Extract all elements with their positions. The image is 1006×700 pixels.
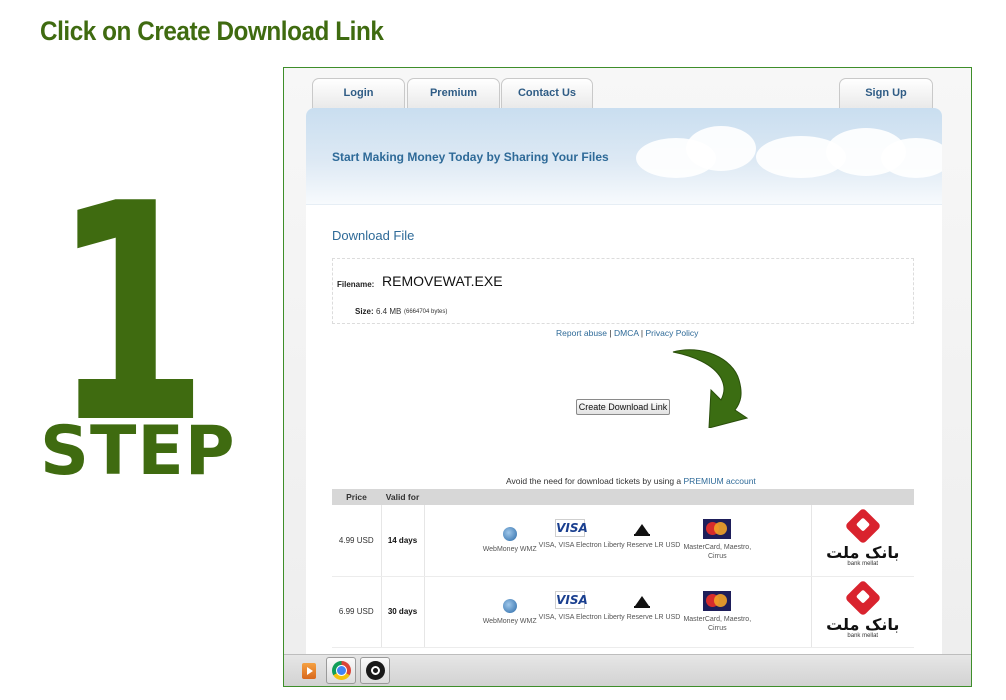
payment-webmoney[interactable]: WebMoney WMZ xyxy=(483,591,537,626)
payment-webmoney[interactable]: WebMoney WMZ xyxy=(483,519,537,554)
price-cell: 4.99 USD xyxy=(332,505,382,577)
table-header-row: Price Valid for xyxy=(332,489,914,505)
visa-icon: VISA xyxy=(555,519,588,538)
premium-notice: Avoid the need for download tickets by u… xyxy=(506,476,756,486)
pointer-arrow-icon xyxy=(672,349,749,428)
create-download-link-button[interactable]: Create Download Link xyxy=(576,399,670,415)
taskbar-obs[interactable] xyxy=(360,657,390,684)
payment-label: WebMoney WMZ xyxy=(482,617,537,625)
size-value: 6.4 MB xyxy=(376,307,402,316)
bank-mellat-logo: بانک ملت bank mellat xyxy=(826,507,900,568)
size-label: Size: xyxy=(355,307,374,316)
tab-contact-us[interactable]: Contact Us xyxy=(501,78,593,110)
instruction-heading: Click on Create Download Link xyxy=(40,16,384,46)
payment-label: MasterCard, Maestro, Cirrus xyxy=(683,615,752,632)
taskbar xyxy=(284,654,971,686)
payment-liberty-reserve[interactable]: Liberty Reserve LR USD xyxy=(603,591,681,622)
obs-icon xyxy=(366,661,385,680)
payment-visa[interactable]: VISA VISA, VISA Electron xyxy=(538,590,602,622)
privacy-policy-link[interactable]: Privacy Policy xyxy=(645,328,698,338)
cloud-decoration xyxy=(881,138,942,178)
payment-label: WebMoney WMZ xyxy=(482,546,537,554)
taskbar-media-player[interactable] xyxy=(294,657,324,684)
bank-cell[interactable]: بانک ملت bank mellat xyxy=(811,576,914,648)
bank-emblem-icon xyxy=(844,507,882,545)
payment-label: MasterCard, Maestro, Cirrus xyxy=(683,544,752,561)
bank-name-en: bank mellat xyxy=(847,632,879,639)
web-page: Login Premium Contact Us Sign Up Start M… xyxy=(284,68,971,668)
table-row: 6.99 USD 30 days WebMoney WMZ VISA VISA, … xyxy=(332,576,914,648)
webmoney-icon xyxy=(502,527,517,542)
mastercard-icon xyxy=(703,519,732,540)
payment-label: Liberty Reserve LR USD xyxy=(603,542,681,550)
download-file-title: Download File xyxy=(332,228,415,243)
premium-notice-text: Avoid the need for download tickets by u… xyxy=(506,476,684,486)
methods-header xyxy=(424,489,811,505)
link-separator: | xyxy=(607,328,614,338)
tab-login[interactable]: Login xyxy=(312,78,405,110)
filename-value: REMOVEWAT.EXE xyxy=(382,273,503,289)
liberty-reserve-icon xyxy=(633,593,651,609)
payment-mastercard[interactable]: MasterCard, Maestro, Cirrus xyxy=(682,519,752,561)
filename-label: Filename: xyxy=(337,280,375,289)
bank-name-en: bank mellat xyxy=(847,561,879,568)
bank-emblem-icon xyxy=(844,579,882,616)
webmoney-icon xyxy=(502,598,517,613)
visa-icon: VISA xyxy=(555,590,588,609)
header-banner: Start Making Money Today by Sharing Your… xyxy=(306,108,942,205)
bank-mellat-logo: بانک ملت bank mellat xyxy=(826,579,900,639)
mastercard-icon xyxy=(703,590,732,611)
price-header: Price xyxy=(332,489,381,505)
valid-cell: 14 days xyxy=(381,505,425,577)
screenshot-frame: Login Premium Contact Us Sign Up Start M… xyxy=(283,67,972,687)
table-row: 4.99 USD 14 days WebMoney WMZ VISA VISA, … xyxy=(332,505,914,577)
liberty-reserve-icon xyxy=(633,521,651,537)
valid-header: Valid for xyxy=(381,489,424,505)
payment-visa[interactable]: VISA VISA, VISA Electron xyxy=(539,519,602,550)
bank-name-fa: بانک ملت xyxy=(826,543,900,563)
media-player-icon xyxy=(302,663,316,679)
tab-sign-up[interactable]: Sign Up xyxy=(839,78,933,110)
payment-mastercard[interactable]: MasterCard, Maestro, Cirrus xyxy=(682,590,752,633)
file-info-box: Filename: REMOVEWAT.EXE Size: 6.4 MB (66… xyxy=(332,258,914,324)
premium-account-link[interactable]: PREMIUM account xyxy=(684,476,756,486)
payment-label: VISA, VISA Electron xyxy=(538,613,602,621)
bank-name-fa: بانک ملت xyxy=(826,614,900,634)
report-abuse-link[interactable]: Report abuse xyxy=(556,328,607,338)
bank-header xyxy=(811,489,914,505)
valid-cell: 30 days xyxy=(381,576,425,648)
payment-label: VISA, VISA Electron xyxy=(538,542,602,550)
price-cell: 6.99 USD xyxy=(332,576,382,648)
taskbar-chrome[interactable] xyxy=(326,657,356,684)
step-label: STEP xyxy=(40,412,236,491)
payment-liberty-reserve[interactable]: Liberty Reserve LR USD xyxy=(603,519,681,550)
dmca-link[interactable]: DMCA xyxy=(614,328,639,338)
bank-cell[interactable]: بانک ملت bank mellat xyxy=(811,505,914,577)
banner-tagline: Start Making Money Today by Sharing Your… xyxy=(332,150,609,164)
payment-label: Liberty Reserve LR USD xyxy=(603,613,681,621)
size-bytes: (6664704 bytes) xyxy=(404,309,448,315)
tab-premium[interactable]: Premium xyxy=(407,78,500,110)
cloud-decoration xyxy=(686,126,756,171)
content-panel: Start Making Money Today by Sharing Your… xyxy=(306,108,942,668)
payment-methods-cell: WebMoney WMZ VISA VISA, VISA Electron Lib… xyxy=(424,576,812,648)
payment-methods-cell: WebMoney WMZ VISA VISA, VISA Electron Lib… xyxy=(424,505,812,577)
pricing-table: Price Valid for 4.99 USD 14 days WebMone… xyxy=(332,489,914,648)
footer-links: Report abuse | DMCA | Privacy Policy xyxy=(556,328,698,338)
chrome-icon xyxy=(332,661,351,680)
